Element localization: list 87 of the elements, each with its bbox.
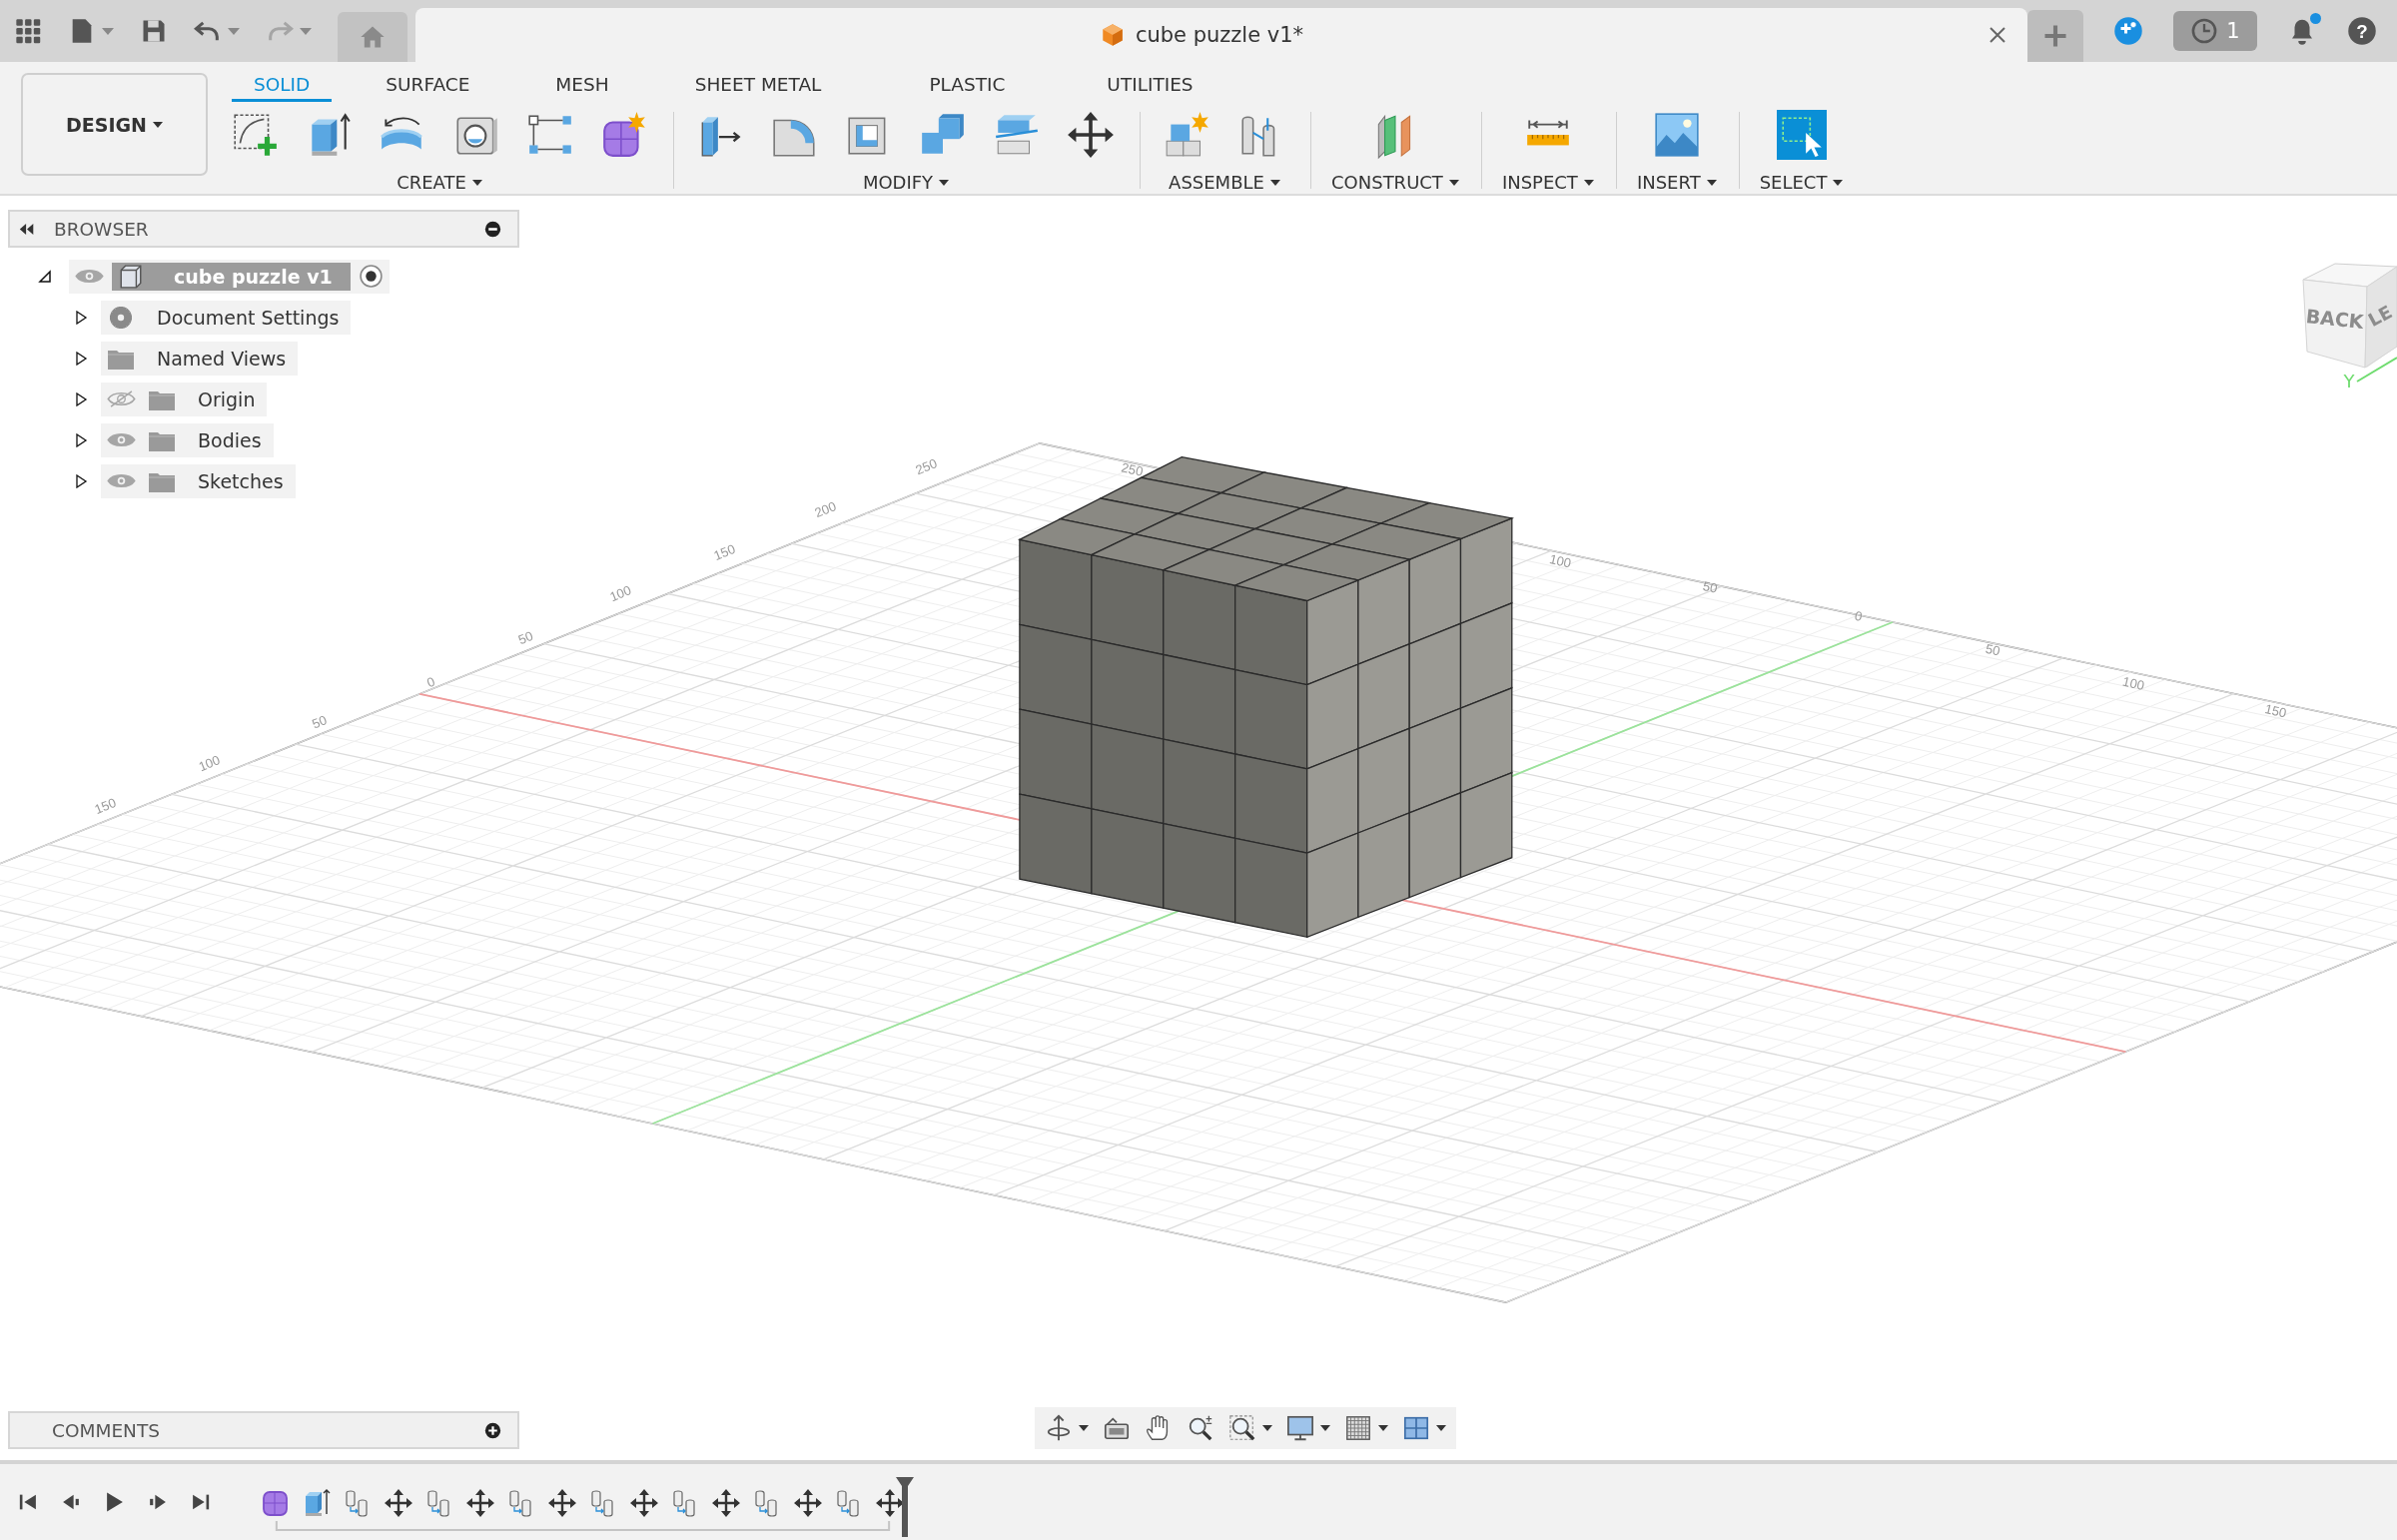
move-feature-icon[interactable] — [384, 1487, 413, 1518]
zoom-window-icon — [1228, 1414, 1256, 1442]
browser-item[interactable]: Origin — [101, 382, 268, 416]
grid-label: 250 — [913, 455, 940, 478]
group-menu-button[interactable]: MODIFY — [862, 172, 950, 193]
apps-grid-icon[interactable] — [14, 17, 42, 45]
document-title: cube puzzle v1* — [1135, 23, 1304, 47]
move-feature-icon[interactable] — [875, 1487, 905, 1518]
select-icon[interactable] — [1776, 110, 1827, 160]
navigation-button[interactable] — [1228, 1414, 1272, 1442]
group-menu-button[interactable]: SELECT — [1759, 172, 1844, 193]
toolbar-tab[interactable]: UTILITIES — [1077, 70, 1223, 102]
grid-label: 50 — [310, 712, 330, 732]
axis-label: Y — [2343, 371, 2355, 389]
viewports-icon — [1402, 1414, 1430, 1442]
browser-item[interactable]: Named Views — [101, 341, 299, 376]
group-menu-button[interactable]: INSPECT — [1501, 172, 1594, 193]
grid-label: 50 — [1701, 578, 1719, 596]
toolbar-tab[interactable]: PLASTIC — [899, 70, 1036, 102]
axis-line — [2356, 357, 2397, 383]
grid-label: 100 — [1548, 551, 1573, 571]
grid-label: 150 — [92, 795, 119, 818]
activate-radio-icon[interactable] — [358, 264, 384, 289]
move-feature-icon[interactable] — [465, 1487, 495, 1518]
collapse-panel-icon[interactable] — [18, 223, 36, 235]
navigation-button[interactable] — [1187, 1414, 1214, 1442]
grid-icon — [1344, 1414, 1372, 1442]
cube-drawing[interactable] — [1017, 456, 1515, 939]
browser-item[interactable]: Document Settings — [101, 300, 352, 335]
expand-triangle-icon[interactable] — [74, 310, 88, 325]
comments-title: COMMENTS — [52, 1419, 161, 1441]
expand-triangle-icon[interactable] — [74, 391, 88, 406]
monitor-icon — [1286, 1414, 1314, 1442]
expand-triangle-icon[interactable] — [74, 432, 88, 447]
workspace-menu-button[interactable]: DESIGN — [21, 73, 208, 176]
group-menu-button[interactable]: CREATE — [397, 172, 482, 193]
timeline-marker[interactable] — [895, 1477, 915, 1537]
component-name: cube puzzle v1 — [174, 265, 333, 288]
grid-label: 150 — [2263, 701, 2288, 721]
grid-label: 50 — [515, 628, 535, 648]
grid-label: 150 — [711, 540, 738, 563]
group-menu-button[interactable]: ASSEMBLE — [1169, 172, 1280, 193]
view-cube-label: LE — [2364, 301, 2396, 332]
move-feature-icon[interactable] — [547, 1487, 577, 1518]
grid-label: 100 — [2120, 673, 2146, 694]
grid-label: 250 — [1120, 459, 1145, 479]
group-menu-button[interactable]: INSERT — [1636, 172, 1717, 193]
navigation-button[interactable] — [1344, 1414, 1388, 1442]
grid-label: 0 — [1853, 607, 1864, 625]
browser-item-label: Sketches — [198, 469, 284, 492]
move-icon[interactable] — [1066, 110, 1116, 160]
move-feature-icon[interactable] — [793, 1487, 823, 1518]
navigation-button[interactable] — [1045, 1414, 1089, 1442]
move-feature-icon[interactable] — [711, 1487, 741, 1518]
group-menu-button[interactable]: CONSTRUCT — [1331, 172, 1459, 193]
toolbar-tab[interactable]: SURFACE — [356, 70, 500, 102]
grid-label: 200 — [812, 498, 839, 521]
toolbar-tab[interactable]: SHEET METAL — [664, 70, 852, 102]
clock-icon — [2190, 17, 2219, 45]
browser-item-label: Named Views — [157, 347, 287, 370]
browser-item-label: Origin — [198, 387, 256, 410]
add-comment-icon[interactable] — [484, 1421, 501, 1439]
navigation-button[interactable] — [1286, 1414, 1330, 1442]
grid-label: 100 — [196, 752, 223, 775]
expand-triangle-icon[interactable] — [74, 473, 88, 488]
browser-title: BROWSER — [54, 218, 150, 240]
browser-item-label: Bodies — [198, 428, 262, 451]
extensions-icon[interactable] — [2113, 16, 2143, 46]
close-icon[interactable] — [1988, 25, 2007, 45]
zoom-icon — [1187, 1414, 1214, 1442]
grid-label: 0 — [424, 673, 437, 691]
orbit-icon — [1045, 1414, 1073, 1442]
browser-item[interactable]: Bodies — [101, 422, 274, 457]
component-icon — [118, 263, 144, 290]
move-feature-icon[interactable] — [629, 1487, 659, 1518]
minimize-icon[interactable] — [484, 220, 501, 238]
expand-triangle-icon[interactable] — [38, 269, 52, 284]
play-icon[interactable] — [104, 1491, 125, 1513]
toolbar-tab[interactable]: MESH — [525, 70, 639, 102]
browser-item-label: Document Settings — [157, 306, 340, 329]
help-icon[interactable]: ? — [2347, 16, 2377, 46]
navigation-button[interactable] — [1402, 1414, 1446, 1442]
grid-label: 100 — [607, 582, 634, 605]
view-cube-label: BACK — [2304, 305, 2365, 333]
browser-item[interactable]: Sketches — [101, 463, 296, 498]
expand-triangle-icon[interactable] — [74, 351, 88, 366]
grid-label: 50 — [1984, 640, 2002, 659]
